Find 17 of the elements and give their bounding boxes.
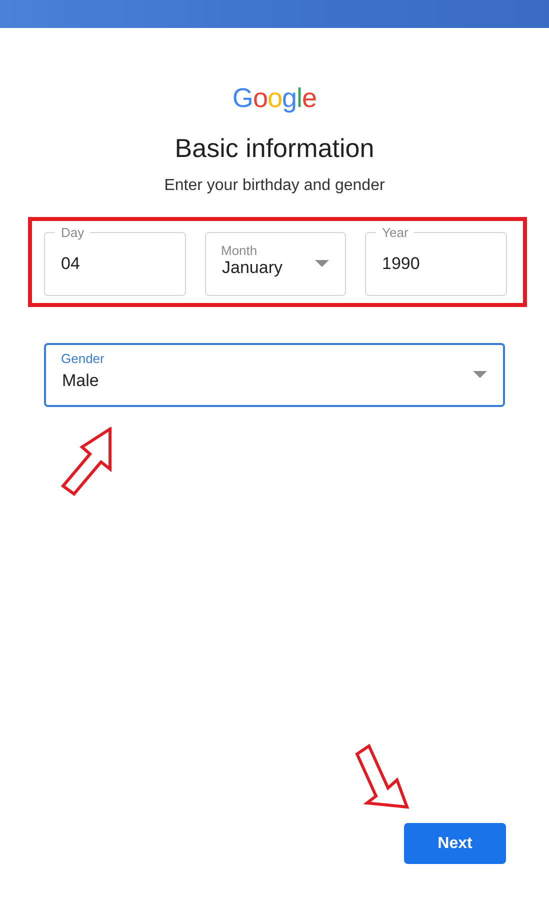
field-value: 04	[61, 254, 80, 274]
next-button[interactable]: Next	[404, 823, 506, 864]
dropdown-arrow-icon	[473, 371, 487, 379]
field-label: Gender	[61, 351, 104, 366]
dropdown-field[interactable]: Month January	[205, 232, 346, 296]
field-value: Male	[62, 371, 99, 391]
dropdown-arrow-icon	[315, 260, 329, 268]
arrow-icon	[60, 427, 114, 497]
page-subtitle: Enter your birthday and gender	[163, 176, 386, 196]
field-label: Day	[55, 225, 90, 240]
google-logo: Google	[232, 83, 317, 113]
page-title: Basic information	[174, 132, 376, 164]
field-value: 1990	[382, 254, 420, 274]
field-label: Year	[376, 225, 414, 240]
field-value: January	[222, 258, 282, 278]
dropdown-field[interactable]: Gender Male	[44, 343, 505, 407]
field-label: Month	[221, 243, 258, 258]
